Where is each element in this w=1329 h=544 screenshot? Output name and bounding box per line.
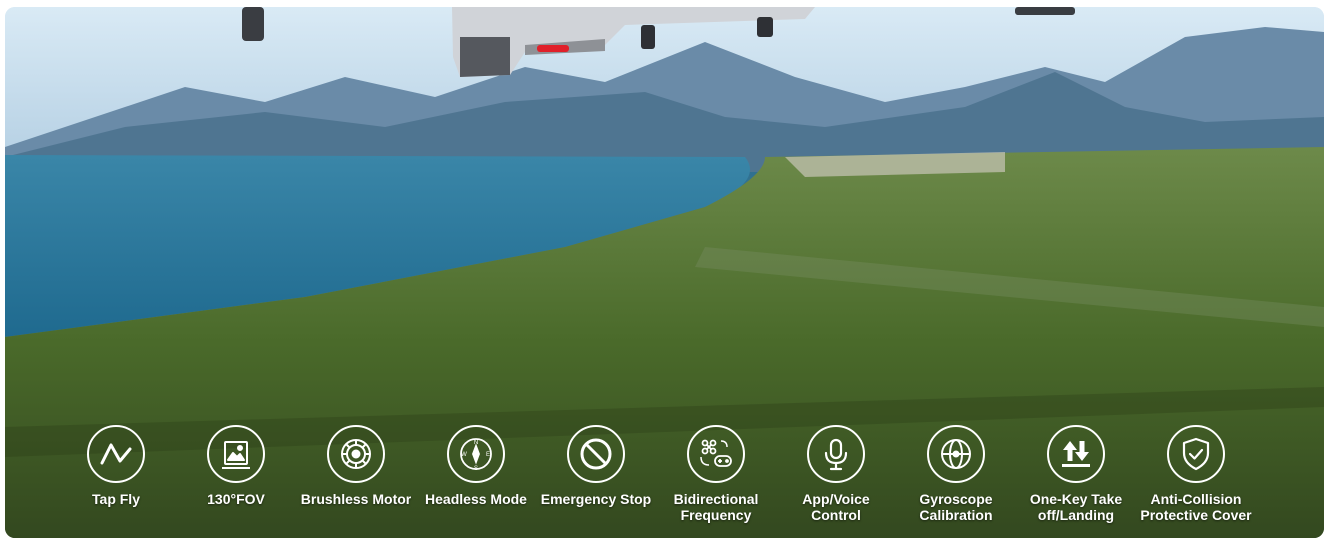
hero-banner: Tap Fly 130°FOV Brushless Motor N S W E Hea… (5, 7, 1324, 538)
feature-gyroscope-calibration: Gyroscope Calibration (892, 425, 1020, 523)
brushless-motor-icon (327, 425, 385, 483)
feature-headless-mode: N S W E Headless Mode (412, 425, 540, 507)
svg-text:N: N (474, 440, 478, 446)
takeoff-landing-icon (1047, 425, 1105, 483)
microphone-icon (807, 425, 865, 483)
svg-text:S: S (474, 466, 478, 472)
feature-label: App/Voice Control (802, 491, 870, 523)
feature-brushless-motor: Brushless Motor (292, 425, 420, 507)
feature-label: Anti-Collision Protective Cover (1140, 491, 1252, 523)
feature-bidirectional-frequency: Bidirectional Frequency (652, 425, 780, 523)
feature-label: 130°FOV (207, 491, 265, 507)
feature-one-key-takeoff-landing: One-Key Take off/Landing (1012, 425, 1140, 523)
fov-icon (207, 425, 265, 483)
feature-label: Brushless Motor (300, 491, 412, 507)
feature-label: One-Key Take off/Landing (1029, 491, 1123, 523)
emergency-stop-icon (567, 425, 625, 483)
feature-bar: Tap Fly 130°FOV Brushless Motor N S W E Hea… (5, 7, 1324, 538)
feature-anti-collision-cover: Anti-Collision Protective Cover (1132, 425, 1260, 523)
compass-icon: N S W E (447, 425, 505, 483)
feature-label: Bidirectional Frequency (673, 491, 759, 523)
feature-fov: 130°FOV (172, 425, 300, 507)
shield-check-icon (1167, 425, 1225, 483)
feature-label: Gyroscope Calibration (919, 491, 993, 523)
tap-fly-icon (87, 425, 145, 483)
feature-label: Headless Mode (425, 491, 527, 507)
feature-app-voice-control: App/Voice Control (772, 425, 900, 523)
svg-text:E: E (486, 452, 490, 458)
feature-label: Emergency Stop (540, 491, 652, 507)
svg-text:W: W (461, 452, 467, 458)
gyroscope-icon (927, 425, 985, 483)
feature-emergency-stop: Emergency Stop (532, 425, 660, 507)
feature-tap-fly: Tap Fly (52, 425, 180, 507)
feature-label: Tap Fly (92, 491, 140, 507)
drone-gamepad-icon (687, 425, 745, 483)
